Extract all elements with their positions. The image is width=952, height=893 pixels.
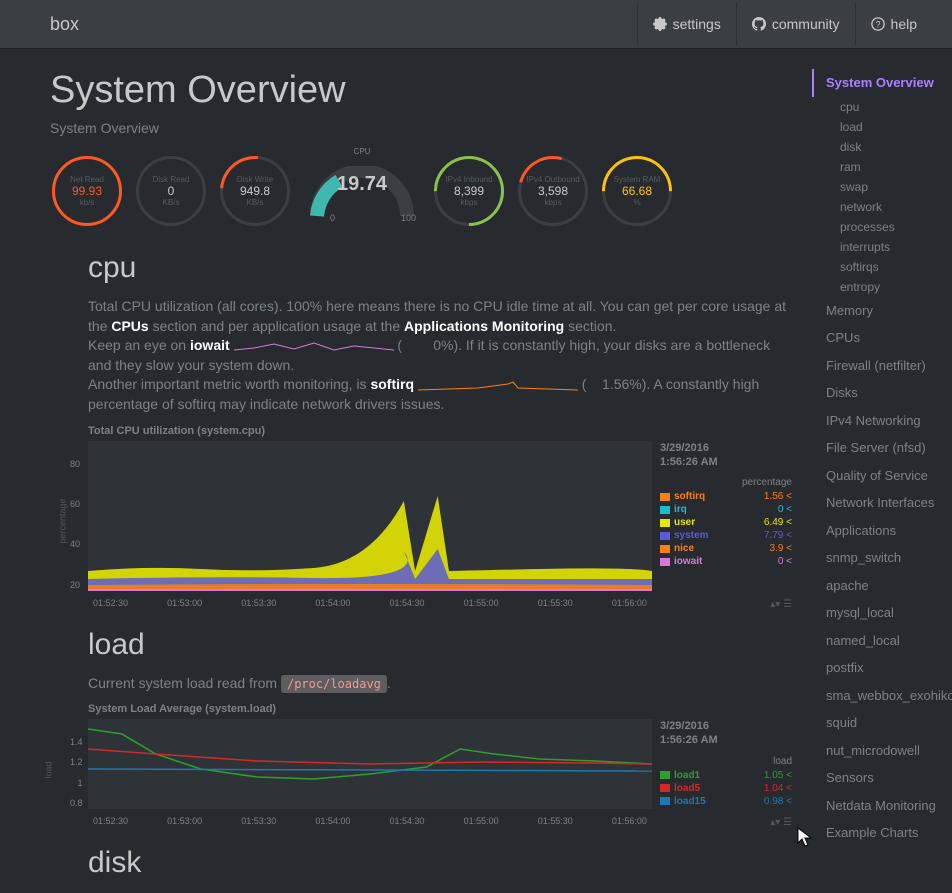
ipv4-out-gauge[interactable]: IPv4 Outbound 3,598 kbps	[516, 154, 590, 228]
cpu-gauge[interactable]: CPU 19.74 0 100	[302, 151, 422, 231]
sidebar-item[interactable]: Disks	[812, 379, 942, 407]
gauge-title: CPU	[302, 147, 422, 156]
sidebar-item[interactable]: Memory	[812, 297, 942, 325]
net-read-gauge[interactable]: Net Read 99.93 kb/s	[50, 154, 124, 228]
sidebar-item[interactable]: mysql_local	[812, 599, 942, 627]
cpu-para3: Another important metric worth monitorin…	[88, 375, 792, 414]
legend-row[interactable]: load150.98 <	[660, 795, 792, 808]
github-icon	[752, 17, 766, 31]
sidebar-sub-ram[interactable]: ram	[812, 157, 942, 177]
sidebar-sub-network[interactable]: network	[812, 197, 942, 217]
gauge-min: 0	[330, 213, 335, 223]
sidebar-item[interactable]: squid	[812, 709, 942, 737]
load-para: Current system load read from /proc/load…	[88, 674, 792, 694]
gauges-row: Net Read 99.93 kb/s Disk Read 0 KB/s Dis…	[50, 151, 792, 231]
chart-controls-icon[interactable]: ▴▾ ☰	[770, 817, 792, 828]
help-label: help	[891, 16, 917, 32]
loadavg-code: /proc/loadavg	[281, 675, 387, 693]
sidebar-sub-disk[interactable]: disk	[812, 137, 942, 157]
apps-link[interactable]: Applications Monitoring	[404, 318, 564, 334]
sidebar-item[interactable]: sma_webbox_exohiko	[812, 682, 942, 710]
gear-icon	[653, 17, 667, 31]
legend-row[interactable]: iowait0 <	[660, 555, 792, 568]
breadcrumb: System Overview	[50, 120, 792, 136]
ipv4-in-gauge[interactable]: IPv4 Inbound 8,399 kbps	[432, 154, 506, 228]
nav-right: settings community ? help	[637, 2, 932, 46]
disk-heading: disk	[88, 846, 792, 880]
chart-ylabel: load	[44, 761, 54, 778]
sidebar-item[interactable]: CPUs	[812, 324, 942, 352]
cpu-xaxis: 01:52:3001:53:0001:53:3001:54:0001:54:30…	[88, 598, 652, 608]
sidebar-item[interactable]: Netdata Monitoring	[812, 792, 942, 820]
brand[interactable]: box	[50, 14, 637, 35]
sidebar-item[interactable]: Network Interfaces	[812, 489, 942, 517]
legend-row[interactable]: load11.05 <	[660, 769, 792, 782]
sidebar-item[interactable]: snmp_switch	[812, 544, 942, 572]
softirq-sparkline	[418, 380, 578, 392]
navbar: box settings community ? help	[0, 0, 952, 49]
sidebar-sub-cpu[interactable]: cpu	[812, 97, 942, 117]
cpu-chart[interactable]: Total CPU utilization (system.cpu) perce…	[88, 425, 792, 608]
community-label: community	[772, 16, 840, 32]
cpu-chart-svg	[88, 441, 652, 591]
sidebar-item[interactable]: nut_microdowell	[812, 737, 942, 765]
legend-row[interactable]: nice3.9 <	[660, 542, 792, 555]
gauge-max: 100	[401, 213, 416, 223]
legend-row[interactable]: system7.79 <	[660, 529, 792, 542]
cpu-para1: Total CPU utilization (all cores). 100% …	[88, 297, 792, 336]
sidebar-sub-softirqs[interactable]: softirqs	[812, 257, 942, 277]
sidebar-sub-load[interactable]: load	[812, 117, 942, 137]
legend-row[interactable]: load51.04 <	[660, 782, 792, 795]
legend-row[interactable]: irq0 <	[660, 503, 792, 516]
load-heading: load	[88, 628, 792, 662]
svg-text:?: ?	[875, 20, 880, 30]
cpu-heading: cpu	[88, 251, 792, 285]
sidebar-sub-swap[interactable]: swap	[812, 177, 942, 197]
iowait-sparkline	[234, 340, 394, 352]
cpu-para2: Keep an eye on iowait ( 0%). If it is co…	[88, 336, 792, 375]
main: System Overview System Overview Net Read…	[0, 49, 952, 893]
disk-read-gauge[interactable]: Disk Read 0 KB/s	[134, 154, 208, 228]
help-nav[interactable]: ? help	[855, 2, 932, 46]
disk-write-gauge[interactable]: Disk Write 949.8 KB/s	[218, 154, 292, 228]
sidebar-item[interactable]: named_local	[812, 627, 942, 655]
load-yaxis: 1.41.210.8	[70, 737, 83, 808]
chart-ylabel: percentage	[58, 499, 68, 544]
cpu-yaxis: 80604020	[70, 459, 80, 590]
sidebar-sub-interrupts[interactable]: interrupts	[812, 237, 942, 257]
sidebar-item[interactable]: postfix	[812, 654, 942, 682]
cpu-legend: 3/29/20161:56:26 AM percentage softirq1.…	[652, 441, 792, 608]
chart-title: Total CPU utilization (system.cpu)	[88, 425, 792, 437]
sidebar: System Overview cpuloaddiskramswapnetwor…	[812, 49, 952, 893]
sidebar-sub-entropy[interactable]: entropy	[812, 277, 942, 297]
page-title: System Overview	[50, 69, 792, 112]
sidebar-item-system-overview[interactable]: System Overview	[812, 69, 942, 97]
load-xaxis: 01:52:3001:53:0001:53:3001:54:0001:54:30…	[88, 816, 652, 826]
load-chart-svg	[88, 719, 652, 809]
sidebar-item[interactable]: apache	[812, 572, 942, 600]
sidebar-item[interactable]: Example Charts	[812, 819, 942, 847]
load-chart[interactable]: System Load Average (system.load) load 1…	[88, 703, 792, 826]
sidebar-item[interactable]: Applications	[812, 517, 942, 545]
sidebar-sub-processes[interactable]: processes	[812, 217, 942, 237]
sidebar-item[interactable]: File Server (nfsd)	[812, 434, 942, 462]
cpus-link[interactable]: CPUs	[111, 318, 148, 334]
settings-nav[interactable]: settings	[637, 2, 736, 46]
community-nav[interactable]: community	[736, 2, 855, 46]
content: System Overview System Overview Net Read…	[0, 49, 812, 893]
sidebar-item[interactable]: Quality of Service	[812, 462, 942, 490]
settings-label: settings	[673, 16, 721, 32]
load-legend: 3/29/20161:56:26 AM load load11.05 <load…	[652, 719, 792, 826]
chart-controls-icon[interactable]: ▴▾ ☰	[770, 599, 792, 610]
sidebar-item[interactable]: Sensors	[812, 764, 942, 792]
legend-row[interactable]: softirq1.56 <	[660, 490, 792, 503]
sidebar-item[interactable]: IPv4 Networking	[812, 407, 942, 435]
sidebar-item[interactable]: Firewall (netfilter)	[812, 352, 942, 380]
help-icon: ?	[871, 17, 885, 31]
gauge-value: 19.74	[302, 173, 422, 196]
legend-row[interactable]: user6.49 <	[660, 516, 792, 529]
ram-gauge[interactable]: System RAM 66.68 %	[600, 154, 674, 228]
chart-title: System Load Average (system.load)	[88, 703, 792, 715]
